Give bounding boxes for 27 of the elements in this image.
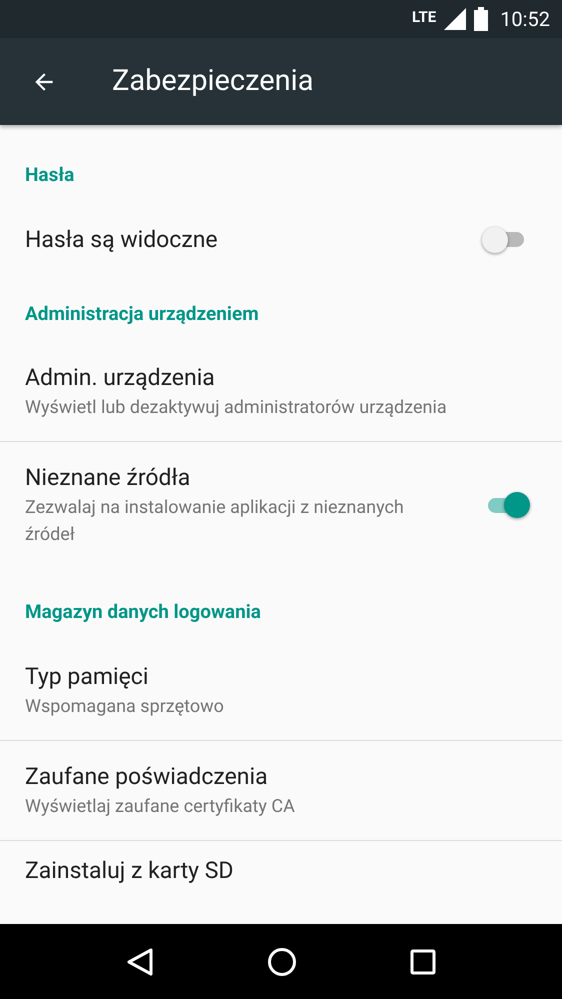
row-title: Hasła są widoczne bbox=[25, 224, 219, 254]
row-title: Zainstaluj z karty SD bbox=[25, 856, 234, 886]
row-subtitle: Zezwalaj na instalowanie aplikacji z nieznanych źródeł bbox=[25, 496, 405, 547]
clock: 10:52 bbox=[500, 6, 550, 33]
row-subtitle: Wspomagana sprzętowo bbox=[25, 694, 225, 718]
settings-row[interactable]: Zainstaluj z karty SD bbox=[0, 840, 562, 900]
back-icon[interactable] bbox=[126, 946, 154, 976]
settings-row[interactable]: Zaufane poświadczenia Wyświetlaj zaufane certyfikaty CA bbox=[0, 740, 562, 840]
battery-icon bbox=[474, 7, 488, 31]
section-header: Magazyn danych logowania bbox=[25, 600, 261, 623]
settings-row[interactable]: Typ pamięci Wspomagana sprzętowo bbox=[0, 640, 562, 740]
row-title: Typ pamięci bbox=[25, 662, 150, 692]
section-header: Administracja urządzeniem bbox=[25, 302, 259, 324]
settings-row[interactable]: Nieznane źródła Zezwalaj na instalowanie aplikacji z nieznanych źródeł bbox=[0, 442, 562, 568]
row-subtitle: Wyświetlaj zaufane certyfikaty CA bbox=[25, 794, 296, 818]
row-subtitle: Wyświetl lub dezaktywuj administratorów urządzenia bbox=[25, 396, 448, 420]
settings-row[interactable]: Admin. urządzenia Wyświetl lub dezaktywuj administratorów urządzenia bbox=[0, 342, 562, 442]
row-title: Admin. urządzenia bbox=[25, 363, 216, 393]
row-title: Zaufane poświadczenia bbox=[25, 762, 269, 792]
recent-apps-icon[interactable] bbox=[410, 948, 436, 974]
section-header: Hasła bbox=[25, 163, 74, 186]
row-title: Nieznane źródła bbox=[25, 463, 192, 493]
network-label: LTE bbox=[412, 7, 436, 28]
signal-icon bbox=[444, 8, 466, 30]
home-icon[interactable] bbox=[266, 946, 297, 976]
settings-row[interactable]: Hasła są widoczne bbox=[0, 210, 562, 270]
screen-title: Zabezpieczenia bbox=[112, 62, 314, 100]
